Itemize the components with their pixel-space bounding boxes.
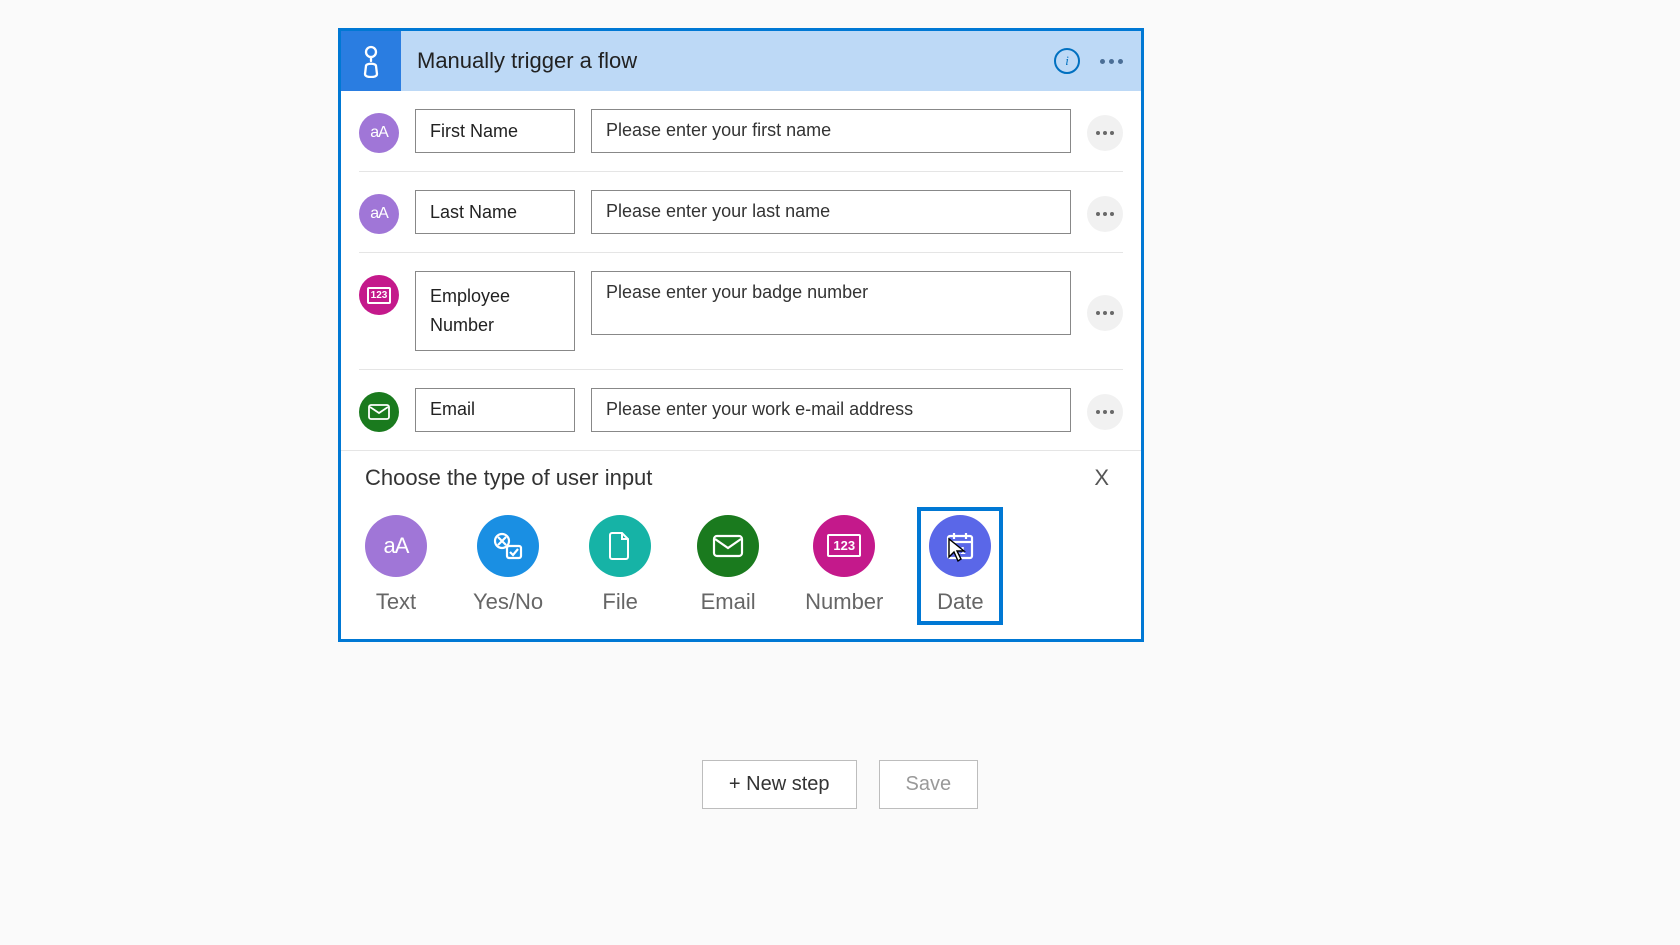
type-option-label: Number (805, 589, 883, 615)
trigger-card: Manually trigger a flow i aA First Name … (338, 28, 1144, 642)
input-name-field[interactable]: Employee Number (415, 271, 575, 351)
close-chooser-button[interactable]: X (1086, 461, 1117, 495)
card-header: Manually trigger a flow i (341, 31, 1141, 91)
card-menu-button[interactable] (1093, 43, 1129, 79)
input-prompt-field[interactable]: Please enter your work e-mail address (591, 388, 1071, 432)
date-icon: 21 (929, 515, 991, 577)
input-row-menu[interactable] (1087, 394, 1123, 430)
input-row: 123 Employee Number Please enter your ba… (359, 253, 1123, 370)
email-icon (697, 515, 759, 577)
save-button[interactable]: Save (879, 760, 979, 809)
card-title: Manually trigger a flow (401, 48, 1049, 74)
input-prompt-field[interactable]: Please enter your badge number (591, 271, 1071, 335)
input-name-field[interactable]: First Name (415, 109, 575, 153)
input-row: aA Last Name Please enter your last name (359, 172, 1123, 253)
type-option-number[interactable]: 123 Number (805, 515, 883, 615)
text-type-icon: aA (359, 113, 399, 153)
file-icon (589, 515, 651, 577)
type-option-file[interactable]: File (589, 515, 651, 615)
yesno-icon (477, 515, 539, 577)
type-option-email[interactable]: Email (697, 515, 759, 615)
email-type-icon (359, 392, 399, 432)
input-prompt-field[interactable]: Please enter your first name (591, 109, 1071, 153)
number-icon: 123 (813, 515, 875, 577)
type-option-label: Date (937, 589, 983, 615)
input-row-menu[interactable] (1087, 295, 1123, 331)
type-option-text[interactable]: aA Text (365, 515, 427, 615)
new-step-button[interactable]: + New step (702, 760, 857, 809)
svg-text:21: 21 (955, 546, 967, 557)
info-button[interactable]: i (1049, 43, 1085, 79)
input-row: aA First Name Please enter your first na… (359, 91, 1123, 172)
manual-trigger-icon (341, 31, 401, 91)
input-prompt-field[interactable]: Please enter your last name (591, 190, 1071, 234)
input-type-chooser: Choose the type of user input X aA Text … (341, 450, 1141, 639)
chooser-title: Choose the type of user input (365, 465, 1086, 491)
input-row-menu[interactable] (1087, 196, 1123, 232)
type-option-date[interactable]: 21 Date (917, 507, 1003, 625)
type-option-label: Email (701, 589, 756, 615)
type-option-label: File (602, 589, 637, 615)
text-type-icon: aA (359, 194, 399, 234)
info-icon: i (1054, 48, 1080, 74)
ellipsis-icon (1100, 59, 1123, 64)
input-name-field[interactable]: Last Name (415, 190, 575, 234)
input-row-menu[interactable] (1087, 115, 1123, 151)
input-list: aA First Name Please enter your first na… (341, 91, 1141, 450)
text-icon: aA (365, 515, 427, 577)
bottom-bar: + New step Save (0, 760, 1680, 809)
number-type-icon: 123 (359, 275, 399, 315)
input-row: Email Please enter your work e-mail addr… (359, 370, 1123, 450)
type-option-yesno[interactable]: Yes/No (473, 515, 543, 615)
type-option-label: Text (376, 589, 416, 615)
type-option-label: Yes/No (473, 589, 543, 615)
input-name-field[interactable]: Email (415, 388, 575, 432)
